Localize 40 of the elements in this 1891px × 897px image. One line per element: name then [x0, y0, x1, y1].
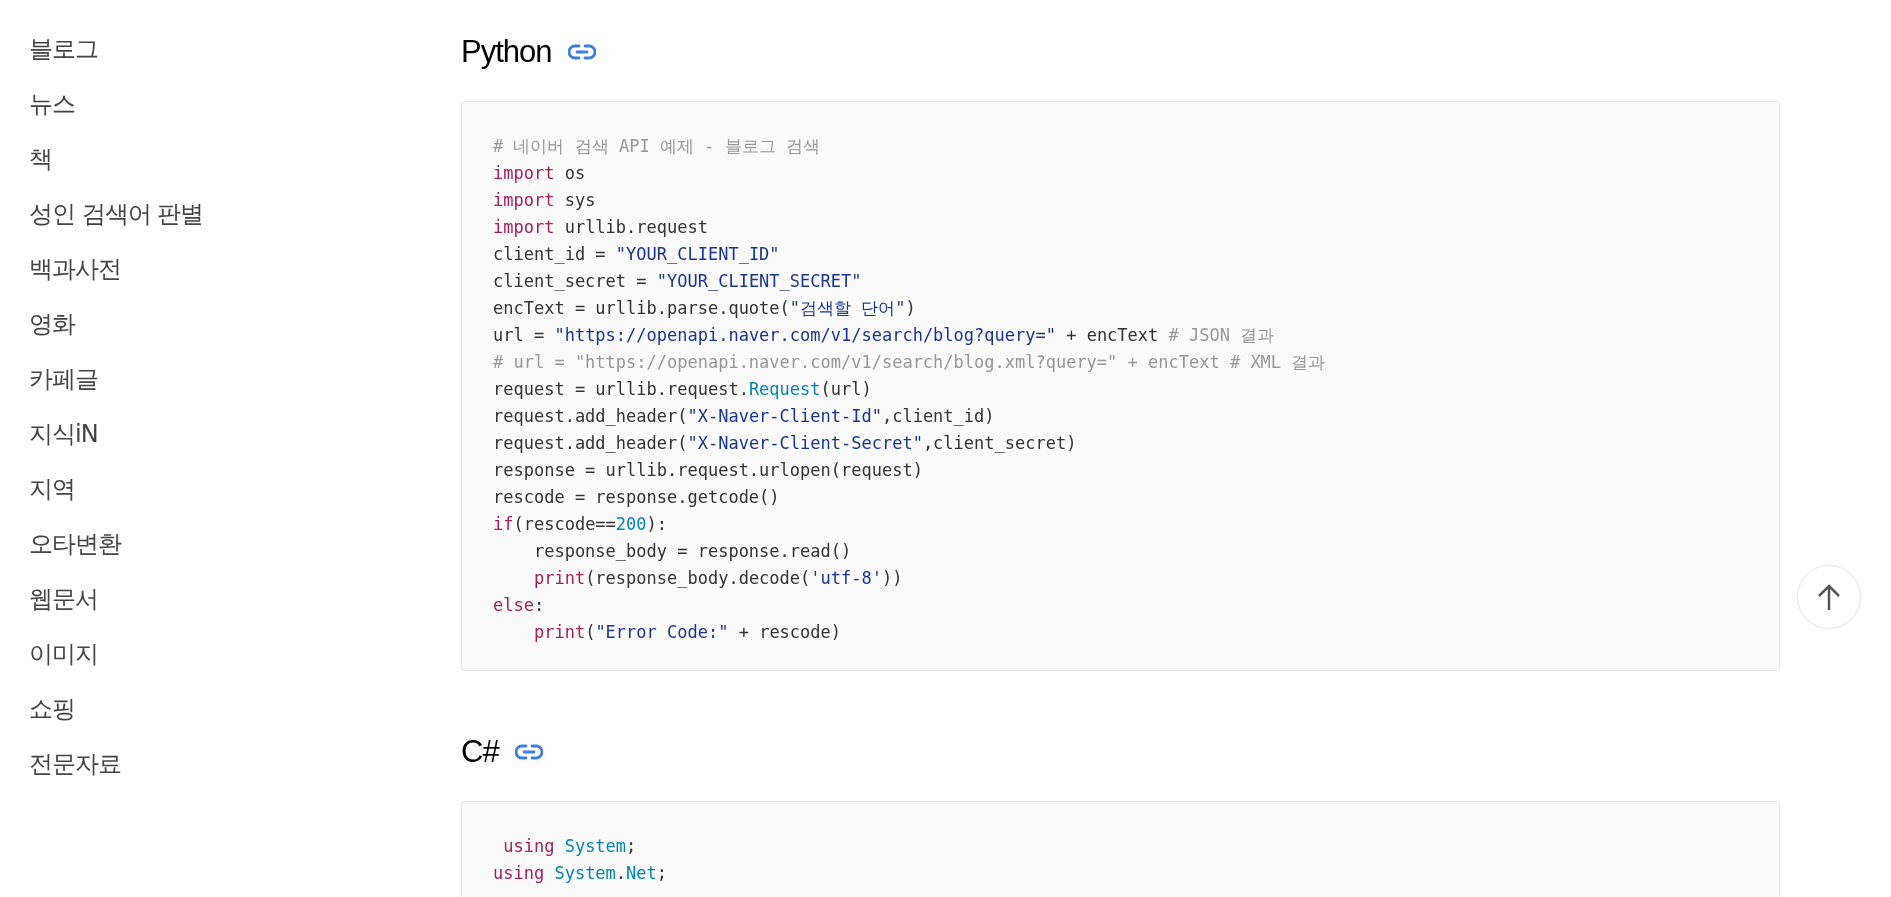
sidebar-link[interactable]: 지식iN	[29, 418, 98, 451]
code-line: url = "https://openapi.naver.com/v1/search/blog?query=" + encText # JSON 결과	[493, 324, 1275, 347]
code-line: import os	[493, 162, 586, 185]
code-line: import urllib.request	[493, 216, 708, 239]
sidebar-link[interactable]: 뉴스	[29, 88, 75, 121]
sidebar-link[interactable]: 블로그	[29, 33, 98, 66]
code-line: rescode = response.getcode()	[493, 486, 780, 509]
code-line: using System.Net;	[493, 862, 668, 885]
sidebar-link[interactable]: 책	[29, 143, 52, 176]
sidebar-link[interactable]: 카페글	[29, 363, 98, 396]
code-line: # 네이버 검색 API 예제 - 블로그 검색	[493, 135, 820, 158]
section-heading: C#	[461, 732, 499, 771]
sidebar-link[interactable]: 지역	[29, 473, 75, 506]
code-line: import sys	[493, 189, 596, 212]
sidebar-link[interactable]: 전문자료	[29, 748, 121, 781]
code-line: using System;	[502, 835, 637, 858]
code-line: response = urllib.request.urlopen(request)	[493, 459, 923, 482]
code-line: request.add_header("X-Naver-Client-Id",client_id)	[493, 405, 995, 428]
code-line: client_secret = "YOUR_CLIENT_SECRET"	[493, 270, 862, 293]
code-line: encText = urllib.parse.quote("검색할 단어")	[493, 297, 916, 320]
code-line: if(rescode==200):	[493, 513, 668, 536]
sidebar-link[interactable]: 영화	[29, 308, 75, 341]
code-line: print("Error Code:" + rescode)	[532, 621, 842, 644]
arrow-up-icon	[1816, 583, 1842, 611]
sidebar-link[interactable]: 쇼핑	[29, 693, 75, 726]
code-line: client_id = "YOUR_CLIENT_ID"	[493, 243, 780, 266]
sidebar-link[interactable]: 백과사전	[29, 253, 121, 286]
code-line: request = urllib.request.Request(url)	[493, 378, 872, 401]
code-line: # url = "https://openapi.naver.com/v1/search/blog.xml?query=" + encText # XML 결과	[493, 351, 1326, 374]
link-icon[interactable]	[567, 44, 596, 60]
link-icon[interactable]	[514, 744, 543, 760]
sidebar-link[interactable]: 성인 검색어 판별	[29, 198, 204, 231]
code-line: print(response_body.decode('utf-8'))	[532, 567, 903, 590]
code-line: request.add_header("X-Naver-Client-Secret",client_secret)	[493, 432, 1077, 455]
code-line: else:	[493, 594, 545, 617]
code-line: response_body = response.read()	[532, 540, 852, 563]
sidebar-link[interactable]: 오타변환	[29, 528, 121, 561]
section-heading: Python	[461, 32, 552, 71]
sidebar-link[interactable]: 이미지	[29, 638, 98, 671]
sidebar-link[interactable]: 웹문서	[29, 583, 98, 616]
